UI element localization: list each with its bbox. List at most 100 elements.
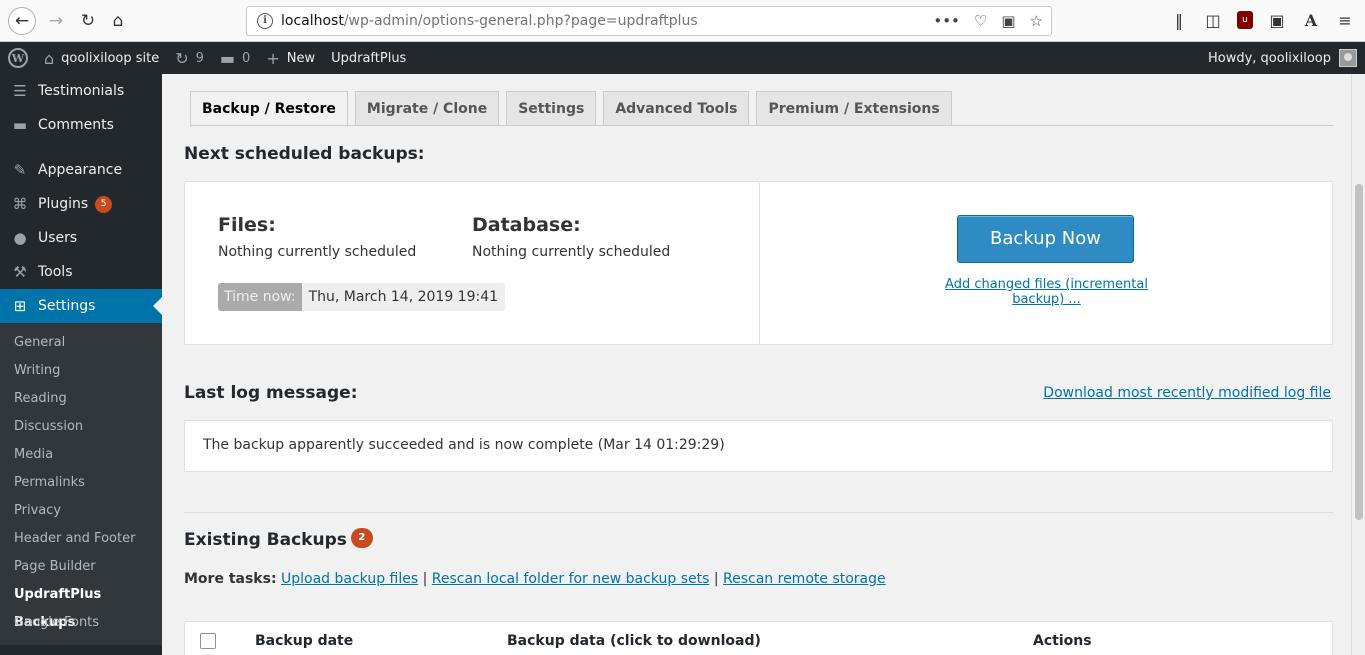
settings-icon: ⊞ xyxy=(13,297,27,315)
database-status: Nothing currently scheduled xyxy=(472,244,671,260)
sidebar-item-label: Users xyxy=(38,230,78,246)
page-actions-icon[interactable]: ••• xyxy=(933,12,960,30)
save-icon[interactable]: ▣ xyxy=(1001,12,1015,30)
more-tasks: More tasks: Upload backup files | Rescan… xyxy=(184,571,886,587)
wrench-icon: ⚒ xyxy=(13,263,27,281)
log-message: The backup apparently succeeded and is n… xyxy=(203,437,725,453)
existing-backups-title: Existing Backups xyxy=(184,530,347,550)
submenu-general[interactable]: General xyxy=(0,329,162,357)
updraftplus-label: UpdraftPlus xyxy=(331,50,407,66)
download-log-link[interactable]: Download most recently modified log file xyxy=(1043,385,1331,401)
updates-icon: ↻ xyxy=(175,48,189,68)
updraftplus-menu[interactable]: UpdraftPlus xyxy=(323,42,414,74)
rescan-remote-link[interactable]: Rescan remote storage xyxy=(723,571,886,587)
admin-sidebar: ☰ Testimonials ▬ Comments ✎ Appearance ⌘ Plu… xyxy=(0,74,162,655)
new-label: New xyxy=(286,50,316,66)
reload-button[interactable]: ↻ xyxy=(74,7,102,35)
wp-admin-bar: W ⌂ qoolixiloop site ↻ 9 ▬ 0 + New UpdraftPl… xyxy=(0,42,1365,74)
submenu-writing[interactable]: Writing xyxy=(0,357,162,385)
scheduled-heading: Next scheduled backups: xyxy=(184,144,425,164)
arrow-left-icon: ← xyxy=(14,11,30,31)
sidebar-item-tools[interactable]: ⚒ Tools xyxy=(0,255,162,289)
library-icon[interactable]: ‖ xyxy=(1169,10,1189,30)
back-button[interactable]: ← xyxy=(8,7,36,35)
submenu-header-footer[interactable]: Header and Footer xyxy=(0,525,162,553)
scheduled-backups-panel: Files: Nothing currently scheduled Datab… xyxy=(184,181,1333,345)
nav-tabs: Backup / Restore Migrate / Clone Setting… xyxy=(190,91,952,127)
column-backup-data: Backup data (click to download) xyxy=(507,633,761,649)
testimonial-icon: ☰ xyxy=(13,82,27,100)
scrollbar-thumb[interactable] xyxy=(1355,184,1363,520)
sidebar-toggle-icon[interactable]: ◫ xyxy=(1203,10,1223,30)
submenu-page-builder[interactable]: Page Builder xyxy=(0,553,162,581)
submenu-reading[interactable]: Reading xyxy=(0,385,162,413)
new-content-menu[interactable]: + New xyxy=(258,42,323,74)
time-now-badge: Time now: Thu, March 14, 2019 19:41 xyxy=(218,283,506,311)
menu-icon[interactable]: ≡ xyxy=(1335,10,1355,30)
files-title: Files: xyxy=(218,214,276,236)
ublock-icon[interactable]: u xyxy=(1237,11,1253,29)
tabs-divider xyxy=(190,125,1333,126)
updates-count: 9 xyxy=(195,50,204,66)
updates-menu[interactable]: ↻ 9 xyxy=(167,42,212,74)
sidebar-item-users[interactable]: ● Users xyxy=(0,221,162,255)
font-extension-icon[interactable]: A xyxy=(1301,10,1321,30)
info-icon[interactable]: i xyxy=(257,13,273,29)
site-name-menu[interactable]: ⌂ qoolixiloop site xyxy=(36,42,167,74)
upload-backup-files-link[interactable]: Upload backup files xyxy=(281,571,418,587)
sidebar-item-label: Settings xyxy=(38,298,96,314)
existing-backups-heading: Existing Backups 2 xyxy=(184,528,373,550)
time-now-value: Thu, March 14, 2019 19:41 xyxy=(301,283,506,311)
backup-count-badge: 2 xyxy=(350,528,373,548)
plus-icon: + xyxy=(266,48,280,68)
comment-icon: ▬ xyxy=(219,48,236,68)
submenu-permalinks[interactable]: Permalinks xyxy=(0,469,162,497)
submenu-google-fonts[interactable]: Google Fonts xyxy=(0,609,162,637)
sidebar-item-label: Appearance xyxy=(38,162,123,178)
column-backup-date[interactable]: Backup date xyxy=(255,633,353,649)
sidebar-item-settings[interactable]: ⊞ Settings xyxy=(0,289,162,323)
site-name: qoolixiloop site xyxy=(61,50,160,66)
wordpress-icon: W xyxy=(8,48,28,68)
submenu-updraftplus-backups[interactable]: UpdraftPlus Backups xyxy=(0,581,162,630)
select-all-checkbox[interactable] xyxy=(200,633,216,649)
avatar xyxy=(1339,49,1357,67)
tab-advanced-tools[interactable]: Advanced Tools xyxy=(603,91,750,126)
save-page-icon[interactable]: ▣ xyxy=(1267,10,1287,30)
sidebar-item-label: Tools xyxy=(38,264,73,280)
incremental-backup-link[interactable]: Add changed files (incremental backup) .… xyxy=(924,277,1169,307)
sidebar-item-testimonials[interactable]: ☰ Testimonials xyxy=(0,74,162,108)
bookmark-star-icon[interactable]: ☆ xyxy=(1030,12,1043,30)
tab-premium-extensions[interactable]: Premium / Extensions xyxy=(756,91,952,126)
url-bar[interactable]: i localhost/wp-admin/options-general.php… xyxy=(246,6,1052,36)
tab-settings[interactable]: Settings xyxy=(506,91,597,126)
sidebar-item-plugins[interactable]: ⌘ Plugins 5 xyxy=(0,187,162,221)
browser-toolbar: ← → ↻ ⌂ i localhost/wp-admin/options-gen… xyxy=(0,0,1365,42)
plugin-icon: ⌘ xyxy=(12,195,28,213)
comment-icon: ▬ xyxy=(12,116,28,134)
comments-menu[interactable]: ▬ 0 xyxy=(212,42,258,74)
tab-migrate-clone[interactable]: Migrate / Clone xyxy=(354,91,500,126)
tab-backup-restore[interactable]: Backup / Restore xyxy=(190,91,348,127)
settings-submenu: General Writing Reading Discussion Media… xyxy=(0,323,162,645)
home-button[interactable]: ⌂ xyxy=(104,7,132,35)
url-host: localhost xyxy=(281,13,344,29)
paintbrush-icon: ✎ xyxy=(13,161,27,179)
home-icon: ⌂ xyxy=(44,48,55,68)
sidebar-item-comments[interactable]: ▬ Comments xyxy=(0,108,162,142)
rescan-local-link[interactable]: Rescan local folder for new backup sets xyxy=(432,571,710,587)
pocket-icon[interactable]: ♡ xyxy=(974,12,987,30)
submenu-privacy[interactable]: Privacy xyxy=(0,497,162,525)
submenu-discussion[interactable]: Discussion xyxy=(0,413,162,441)
page-scrollbar[interactable] xyxy=(1351,74,1365,655)
submenu-media[interactable]: Media xyxy=(0,441,162,469)
sidebar-item-appearance[interactable]: ✎ Appearance xyxy=(0,153,162,187)
backups-table-header: Backup date Backup data (click to downlo… xyxy=(184,621,1333,655)
forward-button[interactable]: → xyxy=(42,7,70,35)
howdy-text: Howdy, qoolixiloop xyxy=(1207,50,1331,66)
my-account-menu[interactable]: Howdy, qoolixiloop xyxy=(1208,42,1357,74)
wp-logo-menu[interactable]: W xyxy=(0,42,36,74)
backup-now-button[interactable]: Backup Now xyxy=(957,215,1134,263)
time-now-label: Time now: xyxy=(218,283,302,311)
log-message-box: The backup apparently succeeded and is n… xyxy=(184,420,1333,472)
